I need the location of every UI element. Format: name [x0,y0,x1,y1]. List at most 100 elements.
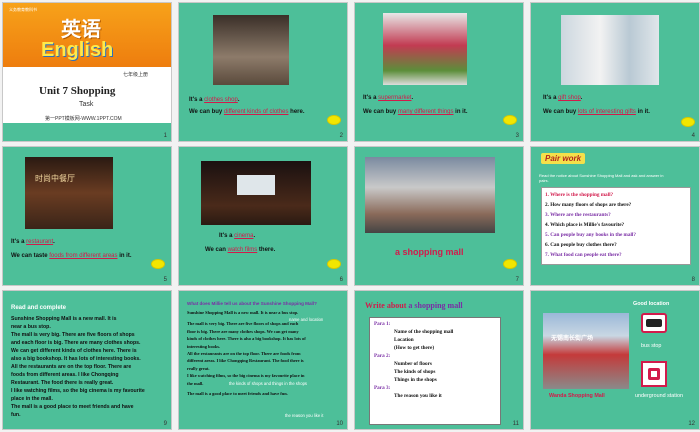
passage-line: kinds of clothes here. There is also a b… [187,336,306,342]
sentence-1: It's a gift shop. [543,95,583,101]
slide-number: 1 [163,133,167,139]
slide-number: 5 [163,277,167,283]
slide-thumbnail-7[interactable]: a shopping mall 7 [354,146,524,286]
passage-line: and each floor is big. There are many cl… [11,340,141,346]
sentence-2: We can buy lots of interesting gifts in … [543,109,650,115]
cinema-photo [201,161,311,225]
passage-line: near a bus stop. [11,324,51,330]
outline-item: The reason you like it [394,393,442,399]
slide-number: 7 [515,277,519,283]
outline-box: Para 1: Name of the shopping mall Locati… [369,317,501,425]
passage-line: All the restaurants are on the top floor… [187,351,301,357]
slide-thumbnail-10[interactable]: What does Millie tell us about the Sunsh… [178,290,348,430]
site-watermark: 第一PPT模板网-WWW.1PPT.COM [45,116,122,122]
passage-line: interesting books. [187,343,221,349]
passage-line: I like watching films, so the big cinema… [11,388,145,394]
slide-thumbnail-6[interactable]: It's a cinema. We can watch films there.… [178,146,348,286]
passage-line: different areas. I like Chongqing Restau… [187,358,304,364]
slide-number: 3 [515,133,519,139]
clothes-shop-photo [213,15,289,85]
section-heading: Read and complete [11,305,67,311]
lemon-icon [327,259,341,269]
question-1: 1. Where is the shopping mall? [545,192,614,198]
slide-number: 2 [339,133,343,139]
passage-line: The mall is a good place to meet friends… [187,391,288,397]
slide-number: 6 [339,277,343,283]
passage-line: floor is big. There are many clothes sho… [187,328,299,334]
wanda-mall-photo: 无锡南长街广场 [543,313,629,389]
question-3: 3. Where are the restaurants? [545,212,611,218]
lemon-icon [503,115,517,125]
outline-item: The kinds of shops [394,369,436,375]
gift-shop-photo [561,15,659,85]
passage-line: The mall is a good place to meet friends… [11,404,134,410]
slide-number: 4 [691,133,695,139]
subway-symbol [648,368,660,380]
question-2: 2. How many floors of shops are there? [545,202,632,208]
pair-work-badge: Pair work [541,153,586,164]
task-intro: Read the notice about Sunshine Shopping … [539,173,664,183]
sentence-2: We can watch films there. [205,247,276,253]
question-4: 4. Which place is Millie's favourite? [545,222,625,228]
sentence-2: We can taste foods from different areas … [11,253,132,259]
passage-line: All the restaurants are on the top floor… [11,364,132,370]
outline-item: Things in the shops [394,377,437,383]
slide-number: 11 [512,421,519,427]
slide-thumbnail-8[interactable]: Pair work Read the notice about Sunshine… [530,146,700,286]
passage-line: fun. [11,412,21,418]
slide-thumbnail-1[interactable]: 义务教育教科书 英语 English 七年级上册 Unit 7 Shopping… [2,2,172,142]
supermarket-photo [383,13,467,85]
sentence-1: It's a restaurant. [11,239,55,245]
unit-title: Unit 7 Shopping [39,85,116,97]
slide-thumbnail-3[interactable]: It's a supermarket. We can buy many diff… [354,2,524,142]
write-title-a: Write about [365,301,407,310]
underground-label: underground station [635,393,683,399]
sentence-1: It's a supermarket. [363,95,414,101]
annotation-kinds-of-shops: the kinds of shops and things in the sho… [229,381,307,386]
outline-item: (How to get there) [394,345,435,351]
sentence-2: We can buy many different things in it. [363,109,468,115]
good-location-label: Good location [633,301,670,307]
write-title-b: a shopping mall [408,301,463,310]
passage-line: Sunshine Shopping Mall is a new mall. It… [187,310,299,315]
grade-label: 七年级上册 [123,72,149,78]
passage-line: I like watching films, so the big cinema… [187,373,305,379]
passage-line: Restaurant. The food there is really gre… [11,380,114,386]
sentence-1: It's a clothes shop. [189,97,240,103]
mall-caption: a shopping mall [395,247,464,257]
cinema-screen [237,175,275,195]
question-box: 1. Where is the shopping mall? 2. How ma… [541,187,691,265]
passage-line: We can get different kinds of clothes he… [11,348,137,354]
bus-body [646,319,662,327]
question-7: 7. What food can people eat there? [545,252,622,258]
passage-line: foods from different areas. I like Chong… [11,372,119,378]
passage-line: Sunshine Shopping Mall is a new mall. It… [11,316,117,322]
lemon-icon [681,117,695,127]
slide-number: 8 [691,277,695,283]
slide-thumbnail-5[interactable]: 时尚中餐厅 It's a restaurant. We can taste fo… [2,146,172,286]
lemon-icon [503,259,517,269]
logo-text: 义务教育教科书 [9,7,37,12]
lemon-icon [151,259,165,269]
para1-label: Para 1: [374,321,391,327]
green-footer [3,123,171,141]
question-5: 5. Can people buy any books in the mall? [545,232,636,238]
slide-thumbnail-2[interactable]: It's a clothes shop. We can buy differen… [178,2,348,142]
slide-thumbnail-12[interactable]: Good location 无锡南长街广场 Wanda Shopping Mal… [530,290,700,430]
sentence-2: We can buy different kinds of clothes he… [189,109,305,115]
title-chinese: 英语 [61,19,101,41]
slide-number: 10 [336,421,343,427]
bus-stop-label: bus stop [641,343,662,349]
slide-number: 9 [163,421,167,427]
question-heading: What does Millie tell us about the Sunsh… [187,301,317,306]
outline-item: Name of the shopping mall [394,329,454,335]
title-english: English [41,39,114,61]
mall-photo [365,157,495,233]
write-title: Write about a shopping mall [365,301,463,310]
subtitle: Task [79,101,94,108]
question-6: 6. Can people buy clothes there? [545,242,617,248]
slide-thumbnail-11[interactable]: Write about a shopping mall Para 1: Name… [354,290,524,430]
slide-thumbnail-4[interactable]: It's a gift shop. We can buy lots of int… [530,2,700,142]
slide-thumbnail-9[interactable]: Read and complete Sunshine Shopping Mall… [2,290,172,430]
mall-caption: Wanda Shopping Mall [549,393,605,399]
